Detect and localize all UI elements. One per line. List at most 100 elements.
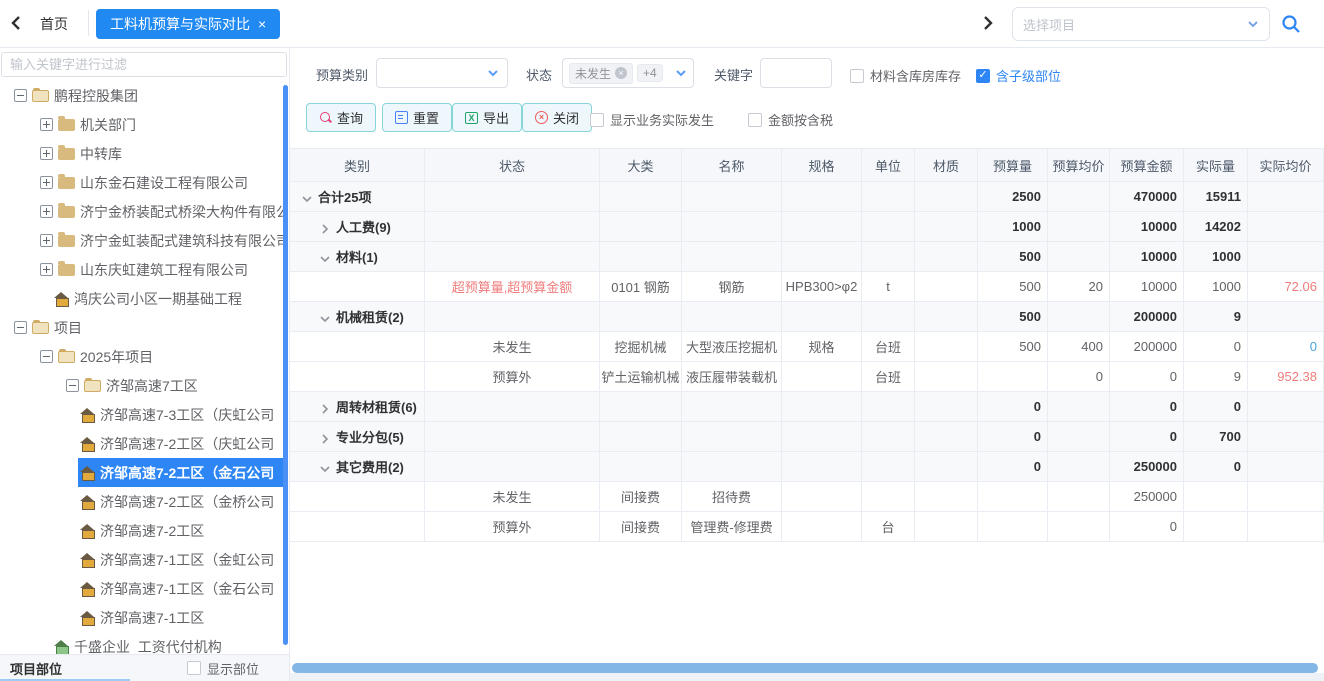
column-header[interactable]: 预算金额 (1110, 149, 1184, 181)
expand-plus-icon[interactable] (40, 118, 53, 131)
tab-active[interactable]: 工料机预算与实际对比 × (96, 9, 280, 39)
column-header[interactable]: 大类 (600, 149, 682, 181)
tree-item[interactable]: 济邹高速7-1工区（金虹公司 (0, 545, 283, 574)
status-select[interactable]: 未发生×+4 (562, 58, 694, 88)
tree-item[interactable]: 济邹高速7-2工区（庆虹公司 (0, 429, 283, 458)
tree-item[interactable]: 济邹高速7-2工区（金石公司 (0, 458, 283, 487)
tree-item[interactable]: 济邹高速7-2工区（金桥公司 (0, 487, 283, 516)
tree-item-label: 鹏程控股集团 (54, 86, 138, 106)
chevron-right-icon[interactable] (320, 402, 330, 412)
show-part-checkbox[interactable]: 显示部位 (187, 659, 259, 678)
table-row[interactable]: 超预算量,超预算金额0101 钢筋钢筋HPB300>φ2t50020100001… (290, 272, 1324, 302)
nav-back-icon[interactable] (8, 14, 26, 32)
chevron-down-icon[interactable] (302, 192, 312, 202)
cell-spec (782, 512, 862, 541)
tree-item[interactable]: 项目 (0, 313, 283, 342)
collapse-minus-icon[interactable] (40, 350, 53, 363)
column-header[interactable]: 状态 (425, 149, 600, 181)
table-group-row[interactable]: 机械租赁(2)5002000009 (290, 302, 1324, 332)
checkbox-icon[interactable] (590, 113, 604, 127)
cell-material (915, 242, 978, 271)
tab-close-icon[interactable]: × (258, 17, 266, 31)
project-select[interactable]: 选择项目 (1012, 7, 1270, 41)
show-actual-checkbox[interactable]: 显示业务实际发生 (590, 110, 714, 129)
column-header[interactable]: 预算均价 (1048, 149, 1110, 181)
column-header[interactable]: 规格 (782, 149, 862, 181)
chevron-down-icon[interactable] (320, 312, 330, 322)
cell-budget_amount: 250000 (1110, 452, 1184, 481)
include-children-checkbox[interactable]: ✓ 含子级部位 (976, 66, 1061, 85)
close-button[interactable]: × 关闭 (522, 103, 592, 132)
table-row[interactable]: 未发生挖掘机械大型液压挖掘机规格台班50040020000000 (290, 332, 1324, 362)
tree-filter-input[interactable] (1, 52, 287, 77)
collapse-minus-icon[interactable] (66, 379, 79, 392)
cell-value: 招待费 (712, 487, 751, 506)
folder-icon (58, 119, 75, 131)
cell-actual_qty: 9 (1184, 362, 1248, 391)
search-icon[interactable] (1280, 13, 1302, 35)
table-group-row[interactable]: 合计25项250047000015911 (290, 182, 1324, 212)
tree-item[interactable]: 济邹高速7工区 (0, 371, 283, 400)
tab-divider (88, 10, 89, 36)
table-group-row[interactable]: 其它费用(2)02500000 (290, 452, 1324, 482)
tree-item[interactable]: 机关部门 (0, 110, 283, 139)
column-header[interactable]: 预算量 (978, 149, 1048, 181)
column-header[interactable]: 单位 (862, 149, 915, 181)
keyword-input[interactable] (760, 58, 832, 88)
tab-home[interactable]: 首页 (40, 14, 68, 34)
table-row[interactable]: 未发生间接费招待费250000 (290, 482, 1324, 512)
expand-plus-icon[interactable] (40, 176, 53, 189)
horizontal-scrollbar[interactable] (292, 663, 1318, 673)
export-button[interactable]: X 导出 (452, 103, 522, 132)
column-header[interactable]: 材质 (915, 149, 978, 181)
table-group-row[interactable]: 专业分包(5)00700 (290, 422, 1324, 452)
chevron-right-icon[interactable] (320, 432, 330, 442)
tree-item[interactable]: 鹏程控股集团 (0, 81, 283, 110)
sidebar-scrollbar[interactable] (283, 85, 288, 645)
column-header[interactable]: 类别 (290, 149, 425, 181)
expand-plus-icon[interactable] (40, 234, 53, 247)
budget-category-label: 预算类别 (316, 65, 368, 84)
query-button[interactable]: 查询 (306, 103, 376, 132)
tree-item[interactable]: 2025年项目 (0, 342, 283, 371)
column-header[interactable]: 实际均价 (1248, 149, 1324, 181)
tree-item[interactable]: 山东金石建设工程有限公司 (0, 168, 283, 197)
tree-item[interactable]: 济邹高速7-1工区（金石公司 (0, 574, 283, 603)
checkbox-icon[interactable] (850, 69, 864, 83)
tree-item[interactable]: 鸿庆公司小区一期基础工程 (0, 284, 283, 313)
tree-item[interactable]: 济邹高速7-1工区 (0, 603, 283, 632)
expand-plus-icon[interactable] (40, 205, 53, 218)
column-header[interactable]: 名称 (682, 149, 782, 181)
table-group-row[interactable]: 周转材租赁(6)000 (290, 392, 1324, 422)
table-row[interactable]: 预算外铲土运输机械液压履带装载机台班009952.38 (290, 362, 1324, 392)
chevron-right-icon[interactable] (320, 222, 330, 232)
tree-item[interactable]: 济宁金虹装配式建筑科技有限公司 (0, 226, 283, 255)
reset-button[interactable]: 重置 (382, 103, 452, 132)
checkbox-icon[interactable] (748, 113, 762, 127)
expand-plus-icon[interactable] (40, 263, 53, 276)
budget-category-select[interactable] (376, 58, 508, 88)
chevron-down-icon[interactable] (320, 462, 330, 472)
tree-item[interactable]: 山东庆虹建筑工程有限公司 (0, 255, 283, 284)
tree-item-content: 济宁金虹装配式建筑科技有限公司 (38, 226, 283, 255)
tree-item[interactable]: 济邹高速7-2工区 (0, 516, 283, 545)
table-group-row[interactable]: 人工费(9)10001000014202 (290, 212, 1324, 242)
checkbox-icon[interactable] (187, 661, 201, 675)
material-stock-checkbox[interactable]: 材料含库房库存 (850, 66, 961, 85)
checkbox-checked-icon[interactable]: ✓ (976, 69, 990, 83)
expand-plus-icon[interactable] (40, 147, 53, 160)
collapse-minus-icon[interactable] (14, 321, 27, 334)
cell-actual_price (1248, 482, 1324, 511)
nav-forward-icon[interactable] (978, 14, 996, 32)
column-header[interactable]: 实际量 (1184, 149, 1248, 181)
amount-tax-checkbox[interactable]: 金额按含税 (748, 110, 833, 129)
tree-item[interactable]: 中转库 (0, 139, 283, 168)
tag-remove-icon[interactable]: × (615, 67, 627, 79)
tree-item[interactable]: 济邹高速7-3工区（庆虹公司 (0, 400, 283, 429)
collapse-minus-icon[interactable] (14, 89, 27, 102)
tree-item[interactable]: 济宁金桥装配式桥梁大构件有限公 (0, 197, 283, 226)
table-group-row[interactable]: 材料(1)500100001000 (290, 242, 1324, 272)
chevron-down-icon[interactable] (320, 252, 330, 262)
table-row[interactable]: 预算外间接费管理费-修理费台0 (290, 512, 1324, 542)
cell-value: t (886, 279, 890, 294)
